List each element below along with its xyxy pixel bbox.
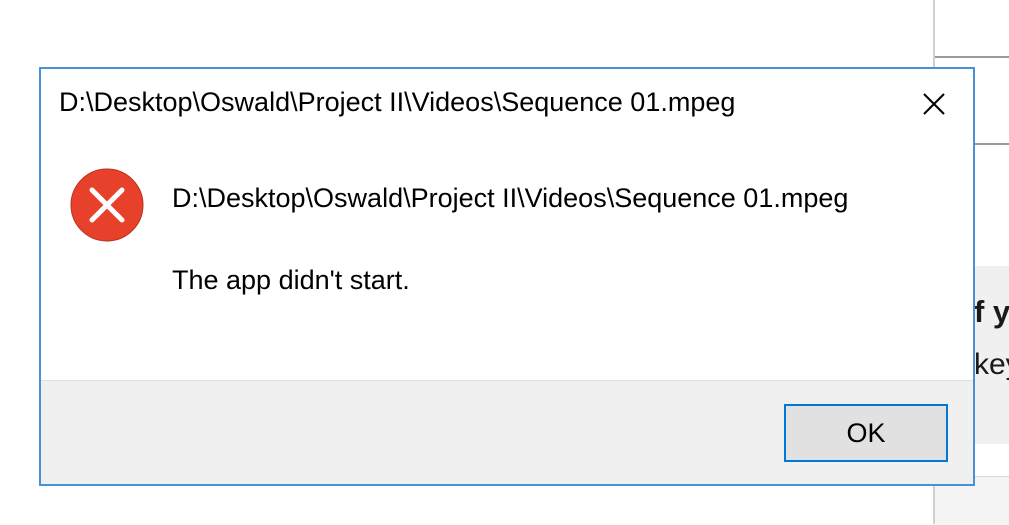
dialog-footer: OK xyxy=(41,380,973,484)
background-text-fragment: key xyxy=(974,348,1009,381)
message-path: D:\Desktop\Oswald\Project II\Videos\Sequ… xyxy=(172,183,849,213)
dialog-title: D:\Desktop\Oswald\Project II\Videos\Sequ… xyxy=(59,87,736,117)
background-divider xyxy=(935,56,1009,58)
close-icon xyxy=(923,93,945,115)
error-icon xyxy=(70,168,144,242)
error-dialog: D:\Desktop\Oswald\Project II\Videos\Sequ… xyxy=(39,67,975,486)
message-text: The app didn't start. xyxy=(172,265,410,295)
background-heading-fragment: f y xyxy=(974,294,1009,329)
ok-button[interactable]: OK xyxy=(784,404,948,462)
close-button[interactable] xyxy=(909,81,959,127)
